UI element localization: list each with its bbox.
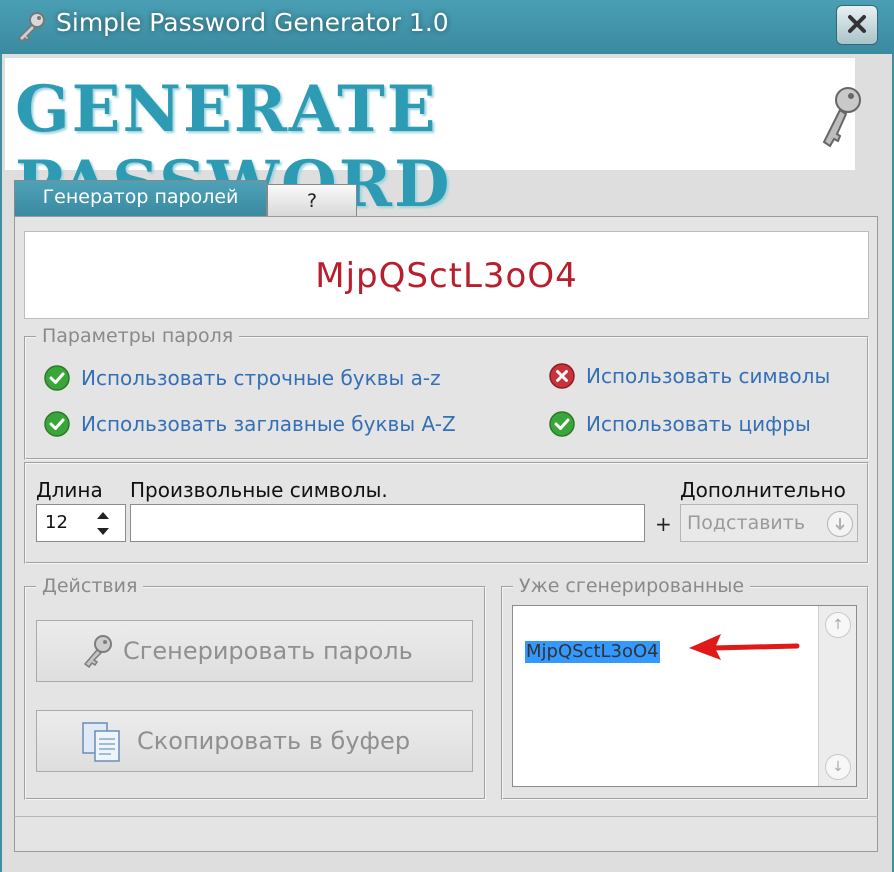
custom-symbols-input[interactable] bbox=[130, 504, 645, 542]
params-legend: Параметры пароля bbox=[36, 325, 240, 347]
close-icon bbox=[848, 15, 866, 33]
generated-password[interactable]: MjpQSctL3oO4 bbox=[25, 256, 868, 296]
extra-label: Дополнительно bbox=[680, 478, 846, 502]
cross-icon bbox=[549, 363, 575, 389]
copy-button[interactable]: Скопировать в буфер bbox=[36, 710, 473, 772]
spin-down-icon[interactable] bbox=[95, 526, 111, 538]
params-group: Параметры пароля bbox=[24, 325, 869, 460]
option-uppercase[interactable]: Использовать заглавные буквы A-Z bbox=[43, 410, 456, 438]
option-symbols-label: Использовать символы bbox=[586, 364, 831, 388]
history-item[interactable]: MjpQSctL3oO4 bbox=[525, 641, 660, 663]
spin-up-icon[interactable] bbox=[95, 509, 111, 521]
copy-button-label: Скопировать в буфер bbox=[137, 727, 411, 755]
password-display[interactable]: MjpQSctL3oO4 bbox=[24, 231, 869, 319]
option-digits-label: Использовать цифры bbox=[586, 412, 811, 436]
generate-button-label: Сгенерировать пароль bbox=[123, 637, 413, 665]
scroll-up-icon[interactable]: ↑ bbox=[825, 612, 851, 638]
status-bar bbox=[14, 816, 878, 843]
banner: GENERATE PASSWORD bbox=[5, 58, 855, 222]
option-uppercase-label: Использовать заглавные буквы A-Z bbox=[81, 412, 456, 436]
length-value[interactable]: 12 bbox=[45, 512, 68, 533]
arrow-down-icon bbox=[827, 511, 853, 537]
plus-sign: + bbox=[655, 512, 672, 536]
length-label: Длина bbox=[36, 478, 103, 502]
check-icon bbox=[549, 411, 575, 437]
insert-button-label: Подставить bbox=[687, 512, 806, 534]
check-icon bbox=[44, 365, 70, 391]
tab-help[interactable]: ? bbox=[267, 184, 357, 216]
red-arrow-icon bbox=[689, 634, 800, 660]
key-icon bbox=[822, 87, 861, 148]
option-symbols[interactable]: Использовать символы bbox=[548, 362, 830, 390]
generate-button[interactable]: Сгенерировать пароль bbox=[36, 620, 473, 682]
close-button[interactable] bbox=[836, 5, 878, 45]
actions-legend: Действия bbox=[36, 575, 144, 597]
key-icon bbox=[83, 635, 112, 669]
history-scrollbar[interactable]: ↑ ↓ bbox=[818, 606, 856, 786]
option-digits[interactable]: Использовать цифры bbox=[548, 410, 811, 438]
scroll-down-icon[interactable]: ↓ bbox=[825, 754, 851, 780]
insert-button[interactable]: Подставить bbox=[680, 504, 858, 542]
option-lowercase-label: Использовать строчные буквы a-z bbox=[81, 366, 441, 390]
custom-symbols-label: Произвольные символы. bbox=[130, 478, 388, 502]
tab-generator[interactable]: Генератор паролей bbox=[14, 180, 267, 216]
title-bar[interactable]: Simple Password Generator 1.0 bbox=[0, 0, 894, 54]
option-lowercase[interactable]: Использовать строчные буквы a-z bbox=[43, 364, 441, 392]
window-title: Simple Password Generator 1.0 bbox=[56, 8, 449, 37]
length-stepper[interactable]: 12 bbox=[36, 504, 126, 542]
history-legend: Уже сгенерированные bbox=[513, 575, 751, 597]
key-icon bbox=[17, 12, 45, 43]
copy-icon bbox=[82, 722, 120, 762]
check-icon bbox=[44, 411, 70, 437]
